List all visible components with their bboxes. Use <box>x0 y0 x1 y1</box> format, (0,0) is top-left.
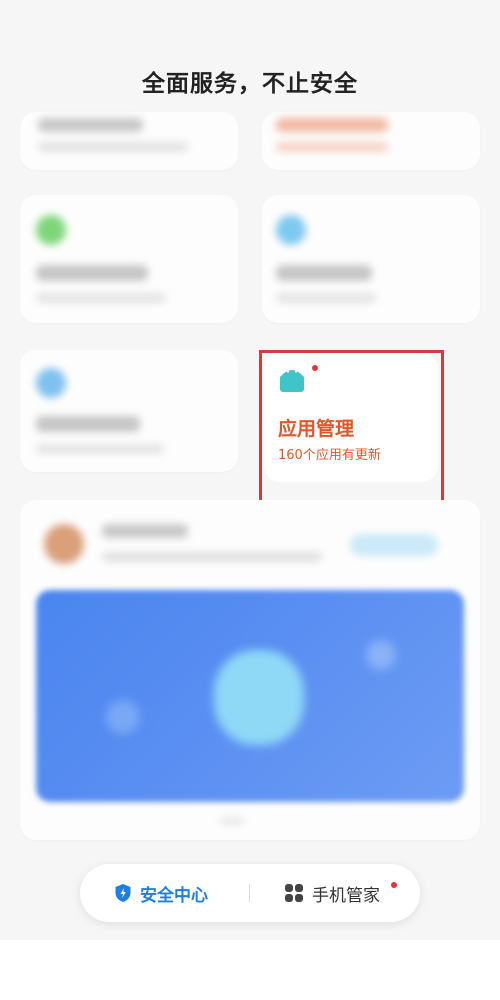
blurred-card-mid-right[interactable] <box>262 195 480 323</box>
banner-illustration <box>214 650 304 745</box>
blurred-text <box>276 293 376 303</box>
blurred-card-mid-left[interactable] <box>20 195 238 323</box>
blurred-text <box>38 118 143 132</box>
banner-decoration <box>366 640 396 670</box>
tab-security-center[interactable]: 安全中心 <box>114 864 208 922</box>
nav-divider <box>249 884 250 902</box>
promo-banner[interactable] <box>36 590 464 802</box>
blurred-text <box>276 142 388 152</box>
feature-icon <box>276 215 306 245</box>
blurred-promo-card[interactable] <box>20 500 480 840</box>
apps-grid-icon <box>285 884 303 902</box>
blurred-text <box>36 293 166 303</box>
feature-icon <box>36 215 66 245</box>
page-headline: 全面服务，不止安全 <box>142 71 358 97</box>
blurred-text <box>36 416 140 432</box>
bottom-area <box>0 940 500 1000</box>
blurred-text <box>38 142 188 152</box>
bottom-navigation: 安全中心 手机管家 <box>80 864 420 922</box>
tab-phone-manager[interactable]: 手机管家 <box>284 864 380 922</box>
blurred-text <box>276 118 388 132</box>
blurred-card-top-right[interactable] <box>262 112 480 170</box>
blurred-button[interactable] <box>350 534 438 556</box>
blurred-text <box>36 444 164 454</box>
highlight-frame <box>259 350 444 506</box>
blurred-card-top-left[interactable] <box>20 112 238 170</box>
avatar <box>44 524 84 564</box>
feature-icon <box>36 368 66 398</box>
blurred-text <box>102 552 322 562</box>
tab-phone-manager-label: 手机管家 <box>312 885 380 906</box>
blurred-text <box>102 524 188 538</box>
blurred-text <box>276 265 372 281</box>
page-indicator <box>220 818 244 824</box>
shield-icon <box>115 884 131 902</box>
blurred-card-lower-left[interactable] <box>20 350 238 472</box>
banner-decoration <box>106 700 140 734</box>
tab-security-center-label: 安全中心 <box>140 885 208 906</box>
notification-badge <box>391 882 397 888</box>
blurred-text <box>36 265 148 281</box>
